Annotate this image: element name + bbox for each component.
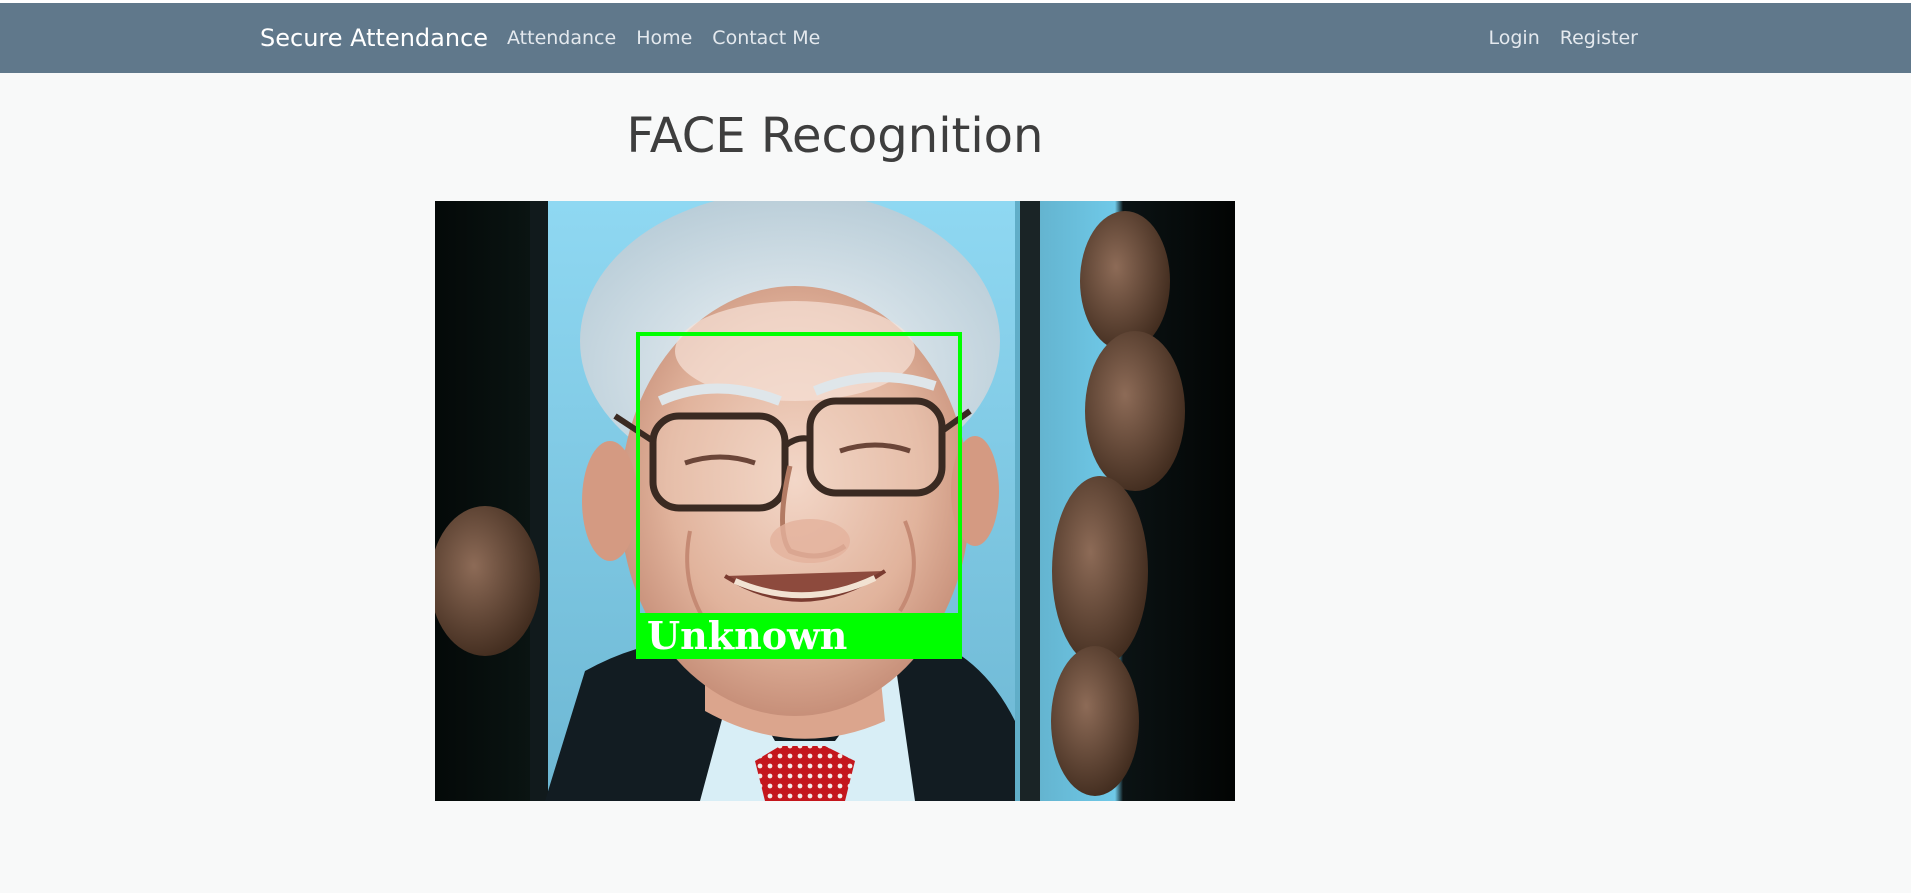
login-link[interactable]: Login xyxy=(1489,27,1540,49)
detection-label: Unknown xyxy=(647,613,847,658)
navbar: Secure Attendance Attendance Home Contac… xyxy=(0,3,1911,73)
camera-feed-image: Unknown xyxy=(435,201,1235,801)
brand-link[interactable]: Secure Attendance xyxy=(260,3,488,73)
page-title: FACE Recognition xyxy=(626,108,1044,164)
nav-link-home[interactable]: Home xyxy=(636,27,692,49)
auth-links: Login Register xyxy=(1489,3,1639,73)
nav-links: Attendance Home Contact Me xyxy=(507,3,820,73)
nav-link-attendance[interactable]: Attendance xyxy=(507,27,616,49)
camera-feed: Unknown xyxy=(435,201,1235,801)
nav-link-contact[interactable]: Contact Me xyxy=(712,27,820,49)
register-link[interactable]: Register xyxy=(1560,27,1638,49)
